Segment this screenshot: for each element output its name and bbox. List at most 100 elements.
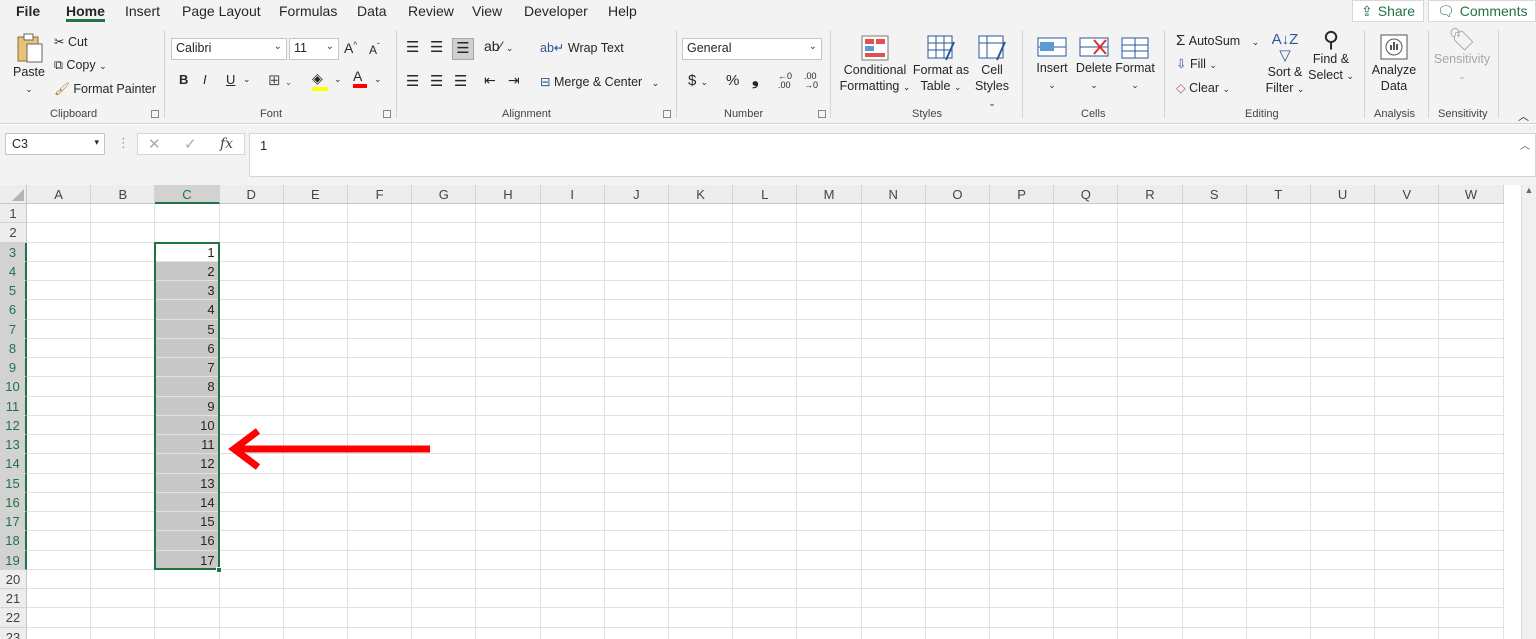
cell-u6[interactable] (1311, 300, 1376, 320)
number-launcher-icon[interactable] (818, 110, 826, 118)
cell-w13[interactable] (1439, 435, 1504, 455)
cell-n18[interactable] (861, 531, 926, 551)
cell-r3[interactable] (1118, 242, 1183, 262)
cell-q21[interactable] (1054, 589, 1119, 609)
cell-c13[interactable]: 11 (155, 435, 220, 455)
cell-r17[interactable] (1118, 512, 1183, 532)
cell-u1[interactable] (1311, 204, 1376, 224)
cell-l11[interactable] (733, 396, 798, 416)
cell-o11[interactable] (925, 396, 990, 416)
cell-v3[interactable] (1375, 242, 1440, 262)
cell-q4[interactable] (1054, 261, 1119, 281)
cell-d1[interactable] (219, 204, 284, 224)
sensitivity-button[interactable]: 🏷 Sensitivity ⌄ (1432, 29, 1492, 84)
cell-f19[interactable] (348, 550, 413, 570)
cell-h22[interactable] (476, 608, 541, 628)
cell-c23[interactable] (155, 627, 220, 639)
cell-d2[interactable] (219, 223, 284, 243)
cell-f11[interactable] (348, 396, 413, 416)
row-header-3[interactable]: 3 (0, 242, 27, 262)
cell-e1[interactable] (283, 204, 348, 224)
cell-h6[interactable] (476, 300, 541, 320)
row-header-15[interactable]: 15 (0, 473, 27, 493)
find-select-button[interactable]: ⚲ Find & Select ⌄ (1308, 29, 1354, 84)
cell-w5[interactable] (1439, 281, 1504, 301)
cell-l20[interactable] (733, 569, 798, 589)
cell-d9[interactable] (219, 358, 284, 378)
cell-c10[interactable]: 8 (155, 377, 220, 397)
cell-f18[interactable] (348, 531, 413, 551)
cell-c22[interactable] (155, 608, 220, 628)
cell-a11[interactable] (27, 396, 92, 416)
cell-e20[interactable] (283, 569, 348, 589)
cell-s17[interactable] (1182, 512, 1247, 532)
format-as-table-button[interactable]: Format as Table ⌄ (912, 34, 970, 95)
cell-d23[interactable] (220, 627, 284, 639)
cell-v5[interactable] (1375, 281, 1440, 301)
cell-s1[interactable] (1182, 204, 1247, 224)
column-header-i[interactable]: I (540, 185, 605, 204)
cell-q3[interactable] (1054, 242, 1119, 262)
row-header-11[interactable]: 11 (0, 396, 27, 416)
cell-r19[interactable] (1118, 550, 1183, 570)
cell-m11[interactable] (797, 396, 862, 416)
alignment-launcher-icon[interactable] (663, 110, 671, 118)
cell-e21[interactable] (283, 589, 348, 609)
cell-o8[interactable] (925, 338, 990, 358)
cell-t7[interactable] (1246, 319, 1311, 339)
cell-e16[interactable] (283, 492, 348, 512)
cell-s23[interactable] (1183, 627, 1247, 639)
increase-decimal-icon[interactable]: ←0.00 (778, 72, 792, 90)
collapse-ribbon-icon[interactable]: ︿ (1518, 108, 1529, 124)
cell-m2[interactable] (797, 223, 862, 243)
cell-o6[interactable] (925, 300, 990, 320)
cell-n12[interactable] (861, 415, 926, 435)
cell-a21[interactable] (27, 589, 92, 609)
row-header-21[interactable]: 21 (0, 589, 27, 609)
cell-j16[interactable] (604, 492, 669, 512)
cell-h23[interactable] (476, 627, 541, 639)
cell-p12[interactable] (990, 415, 1055, 435)
cell-t15[interactable] (1246, 473, 1311, 493)
tab-home[interactable]: Home (66, 3, 105, 22)
cell-j1[interactable] (604, 204, 669, 224)
cell-d19[interactable] (219, 550, 284, 570)
select-all-corner[interactable] (0, 185, 27, 204)
cell-l4[interactable] (733, 261, 798, 281)
column-header-k[interactable]: K (669, 185, 734, 204)
cell-p5[interactable] (990, 281, 1055, 301)
cell-p18[interactable] (990, 531, 1055, 551)
cell-q12[interactable] (1054, 415, 1119, 435)
cell-f2[interactable] (348, 223, 413, 243)
cell-q16[interactable] (1054, 492, 1119, 512)
cell-r18[interactable] (1118, 531, 1183, 551)
row-header-5[interactable]: 5 (0, 281, 27, 301)
cell-a6[interactable] (27, 300, 92, 320)
autosum-button[interactable]: Σ AutoSum ⌄ (1176, 32, 1259, 49)
cell-s2[interactable] (1182, 223, 1247, 243)
cell-o14[interactable] (925, 454, 990, 474)
analyze-data-button[interactable]: Analyze Data (1370, 32, 1418, 94)
cell-j21[interactable] (604, 589, 669, 609)
cell-c8[interactable]: 6 (155, 338, 220, 358)
cell-t9[interactable] (1246, 358, 1311, 378)
cell-s4[interactable] (1182, 261, 1247, 281)
cell-f5[interactable] (348, 281, 413, 301)
cell-t12[interactable] (1246, 415, 1311, 435)
align-left-icon[interactable]: ☰ (406, 72, 419, 90)
cell-t1[interactable] (1246, 204, 1311, 224)
cell-i2[interactable] (540, 223, 605, 243)
cell-j19[interactable] (604, 550, 669, 570)
cell-i4[interactable] (540, 261, 605, 281)
cell-n8[interactable] (861, 338, 926, 358)
fill-handle[interactable] (215, 566, 222, 573)
cell-b17[interactable] (91, 512, 156, 532)
row-header-18[interactable]: 18 (0, 531, 27, 551)
cell-b22[interactable] (91, 608, 156, 628)
cell-d3[interactable] (219, 242, 284, 262)
cell-j2[interactable] (604, 223, 669, 243)
cell-g8[interactable] (412, 338, 477, 358)
bold-button[interactable]: B (179, 72, 188, 87)
cell-s19[interactable] (1182, 550, 1247, 570)
cell-v20[interactable] (1375, 569, 1440, 589)
